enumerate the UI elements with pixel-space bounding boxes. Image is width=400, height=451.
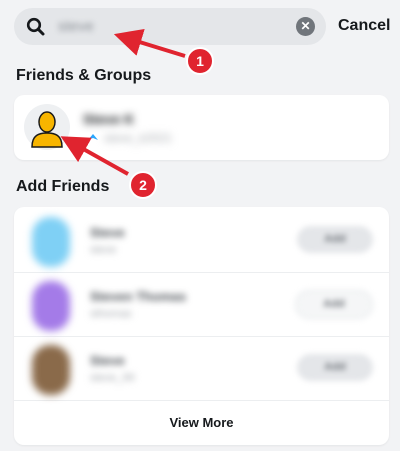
callout-badge-2: 2 [129,171,157,199]
suggested-name: Steve [90,225,125,240]
add-friend-button[interactable]: Add [297,226,373,253]
search-input[interactable]: steve [58,18,94,35]
list-item[interactable]: Steve steve Add [14,209,389,273]
add-friend-button[interactable]: Add [295,290,373,319]
add-friend-button[interactable]: Add [297,354,373,381]
suggested-username: sthomas [90,308,132,320]
section-title-friends-groups: Friends & Groups [16,67,152,84]
suggested-username: steve [90,244,117,256]
callout-badge-1: 1 [186,47,214,75]
cancel-button[interactable]: Cancel [338,17,390,35]
friend-result-card[interactable]: Steve K steve_k2021 [14,95,389,160]
suggested-username: steve_99 [90,372,135,384]
friend-name: Steve K [83,111,135,127]
search-icon [26,17,45,36]
snap-streak-icon [88,134,98,140]
suggested-name: Steven Thomas [90,289,187,304]
clear-icon[interactable]: ✕ [296,17,315,36]
friend-username: steve_k2021 [104,131,173,145]
search-bar[interactable]: steve ✕ [14,8,326,45]
section-title-add-friends: Add Friends [16,178,110,195]
avatar [32,345,70,395]
avatar [32,217,70,267]
avatar [32,281,70,331]
list-item[interactable]: Steve steve_99 Add [14,337,389,401]
add-friends-card: Steve steve Add Steven Thomas sthomas Ad… [14,207,389,445]
bitmoji-placeholder-icon [24,104,70,150]
view-more-button[interactable]: View More [14,401,389,445]
suggested-name: Steve [90,353,125,368]
avatar[interactable] [23,103,71,151]
list-item[interactable]: Steven Thomas sthomas Add [14,273,389,337]
